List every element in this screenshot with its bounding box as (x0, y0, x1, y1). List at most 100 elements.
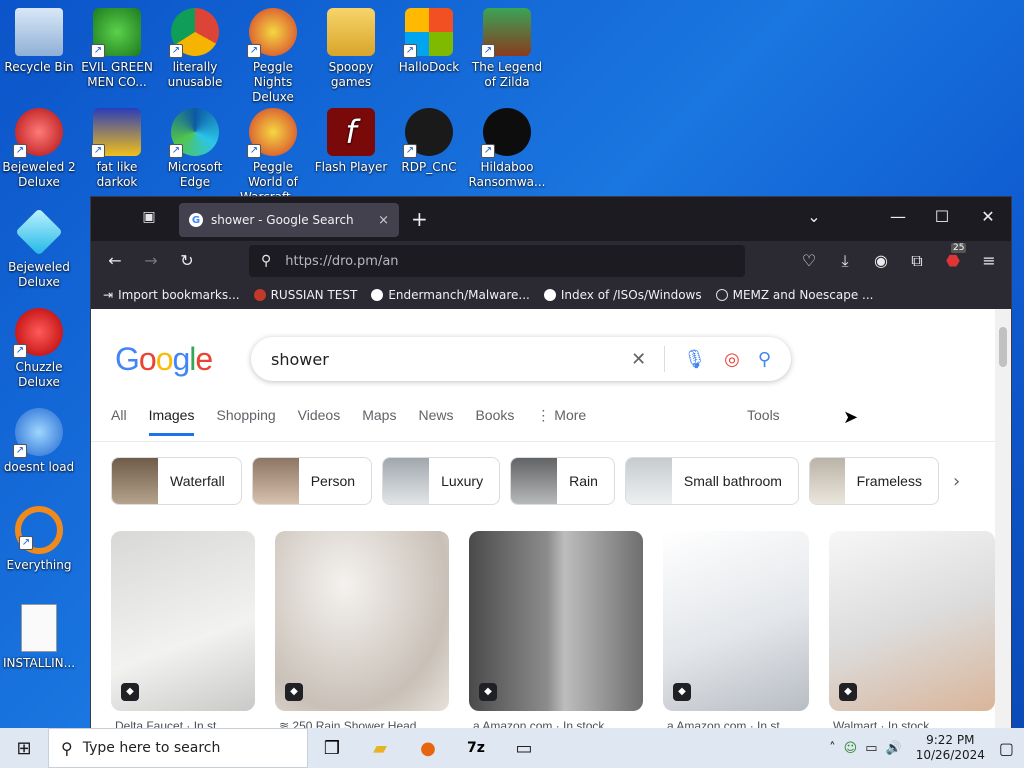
image-result[interactable]: ◆ (469, 531, 643, 711)
terminal-icon[interactable]: ▭ (500, 728, 548, 768)
desktop-icon-bejeweled-deluxe[interactable]: Bejeweled Deluxe (0, 208, 78, 290)
tab-close-icon[interactable]: × (378, 213, 389, 228)
desktop-icon-chrome[interactable]: ↗ literally unusable (156, 8, 234, 90)
maximize-button[interactable]: ☐ (927, 207, 957, 226)
microphone-icon[interactable]: 🎙 (683, 349, 706, 370)
file-explorer-icon[interactable]: ▰ (356, 728, 404, 768)
account-icon[interactable]: ◉ (869, 251, 893, 270)
desktop-icon-fat-like-darkok[interactable]: ↗ fat like darkok (78, 108, 156, 190)
search-input[interactable]: shower ✕ 🎙 ◎ ⚲ (251, 337, 791, 381)
clear-icon[interactable]: ✕ (631, 349, 646, 370)
close-window-button[interactable]: ✕ (973, 207, 1003, 226)
image-result[interactable]: ◆ (829, 531, 995, 711)
desktop-icon-peggle-wow[interactable]: ↗ Peggle World of Warcraft ... (234, 108, 312, 205)
taskbar-search-input[interactable]: ⚲ Type here to search (48, 728, 308, 768)
desktop-icon-flash-player[interactable]: f Flash Player (312, 108, 390, 175)
tab-shopping[interactable]: Shopping (216, 407, 275, 436)
desktop-icon-hildaboo[interactable]: ↗ Hildaboo Ransomwa... (468, 108, 546, 190)
tab-google-search[interactable]: G shower - Google Search × (179, 203, 399, 237)
bookmark-russian-test[interactable]: RUSSIAN TEST (253, 288, 357, 302)
show-hidden-icons-icon[interactable]: ˄ (829, 741, 836, 756)
everything-search-icon: ↗ (15, 506, 63, 554)
chip-person[interactable]: Person (251, 457, 373, 505)
forward-button[interactable]: → (139, 251, 163, 270)
menu-icon[interactable]: ≡ (977, 251, 1001, 270)
people-icon[interactable]: ☺ (844, 741, 858, 756)
tab-images[interactable]: Images (148, 407, 195, 436)
network-icon[interactable]: ▭ (865, 741, 877, 756)
chip-thumbnail (383, 458, 430, 504)
tab-all[interactable]: All (111, 407, 127, 436)
windows-start-icon[interactable]: ⊞ (0, 728, 48, 768)
clock[interactable]: 9:22 PM 10/26/2024 (910, 733, 991, 763)
search-icon[interactable]: ⚲ (758, 349, 771, 370)
refinement-chips: Waterfall Person Luxury Rain Small bathr… (111, 457, 939, 505)
pocket-icon[interactable]: ♡ (797, 251, 821, 270)
tab-news[interactable]: News (418, 407, 453, 436)
desktop-icon-label: literally unusable (167, 60, 223, 89)
google-logo[interactable]: Google (115, 341, 213, 378)
tab-more[interactable]: ⋮ More (536, 407, 586, 436)
desktop-icon-evil-green-men[interactable]: ↗ EVIL GREEN MEN CO... (78, 8, 156, 90)
chip-frameless[interactable]: Frameless (808, 457, 939, 505)
import-icon: ⇥ (103, 288, 114, 302)
clock-time: 9:22 PM (926, 733, 975, 747)
bookmark-memz[interactable]: MEMZ and Noescape ... (715, 288, 874, 302)
image-result[interactable]: ◆ (111, 531, 255, 711)
tab-bar: ▣ G shower - Google Search × + ⌄ — ☐ ✕ (91, 197, 1011, 241)
7zip-icon[interactable]: 7z (452, 728, 500, 768)
notifications-icon[interactable]: ▢ (999, 739, 1014, 758)
volume-icon[interactable]: 🔊 (886, 741, 902, 756)
google-results-page: Google shower ✕ 🎙 ◎ ⚲ All Images Shoppin… (91, 309, 1011, 768)
desktop-icon-chuzzle[interactable]: ↗ Chuzzle Deluxe (0, 308, 78, 390)
flash-icon: f (327, 108, 375, 156)
desktop-icon-spoopy-games[interactable]: Spoopy games (312, 8, 390, 90)
minimize-button[interactable]: — (883, 207, 913, 226)
desktop-icon-legend-of-zilda[interactable]: ↗ The Legend of Zilda (468, 8, 546, 90)
desktop-icon-label: HalloDock (398, 60, 460, 74)
product-tag-icon: ◆ (673, 683, 691, 701)
system-tray: ˄ ☺ ▭ 🔊 9:22 PM 10/26/2024 ▢ (829, 733, 1024, 763)
desktop-icon-peggle-nights[interactable]: ↗ Peggle Nights Deluxe (234, 8, 312, 105)
desktop-icon-hallodock[interactable]: ↗ HalloDock (390, 8, 468, 75)
chip-luxury[interactable]: Luxury (382, 457, 501, 505)
desktop-icon-rdp-cnc[interactable]: ↗ RDP_CnC (390, 108, 468, 175)
desktop-icon-installin[interactable]: INSTALLIN... (0, 604, 78, 671)
new-tab-button[interactable]: + (411, 207, 428, 231)
chip-thumbnail (252, 458, 299, 504)
scrollbar-thumb[interactable] (999, 327, 1007, 367)
desktop-icon-recycle-bin[interactable]: Recycle Bin (0, 8, 78, 75)
extensions-icon[interactable]: ⧉ (905, 251, 929, 271)
desktop-icon-microsoft-edge[interactable]: ↗ Microsoft Edge (156, 108, 234, 190)
image-result[interactable]: ◆ (663, 531, 809, 711)
tab-videos[interactable]: Videos (298, 407, 341, 436)
lens-camera-icon[interactable]: ◎ (724, 349, 740, 370)
bookmark-import[interactable]: ⇥ Import bookmarks... (103, 288, 240, 302)
vertical-scrollbar[interactable] (995, 309, 1011, 768)
chip-small-bathroom[interactable]: Small bathroom (624, 457, 799, 505)
desktop-icon-bejeweled-2[interactable]: ↗ Bejeweled 2 Deluxe (0, 108, 78, 190)
reload-button[interactable]: ↻ (175, 251, 199, 270)
firefox-icon[interactable]: ● (404, 728, 452, 768)
list-all-tabs-icon[interactable]: ⌄ (799, 207, 829, 226)
chip-waterfall[interactable]: Waterfall (111, 457, 242, 505)
taskbar-search-placeholder: Type here to search (82, 740, 221, 756)
search-type-tabs: All Images Shopping Videos Maps News Boo… (111, 407, 586, 436)
desktop-icon-doesnt-load[interactable]: ↗ doesnt load (0, 408, 78, 475)
ublock-icon[interactable]: ⬣ 25 (941, 243, 967, 270)
chevron-right-icon[interactable]: › (953, 471, 960, 492)
url-bar[interactable]: ⚲ https://dro.pm/an (249, 245, 745, 277)
chip-rain[interactable]: Rain (510, 457, 615, 505)
bookmark-isos[interactable]: Index of /ISOs/Windows (543, 288, 702, 302)
downloads-icon[interactable]: ⤓ (833, 251, 857, 271)
image-result[interactable]: ◆ (275, 531, 449, 711)
back-button[interactable]: ← (103, 251, 127, 270)
firefox-view-icon[interactable]: ▣ (139, 209, 159, 229)
tools-button[interactable]: Tools (747, 407, 780, 423)
tab-maps[interactable]: Maps (362, 407, 396, 436)
desktop-icon-label: Bejeweled Deluxe (8, 260, 70, 289)
task-view-icon[interactable]: ❒ (308, 728, 356, 768)
desktop-icon-everything[interactable]: ↗ Everything (0, 506, 78, 573)
tab-books[interactable]: Books (475, 407, 514, 436)
bookmark-endermanch[interactable]: Endermanch/Malware... (371, 288, 530, 302)
